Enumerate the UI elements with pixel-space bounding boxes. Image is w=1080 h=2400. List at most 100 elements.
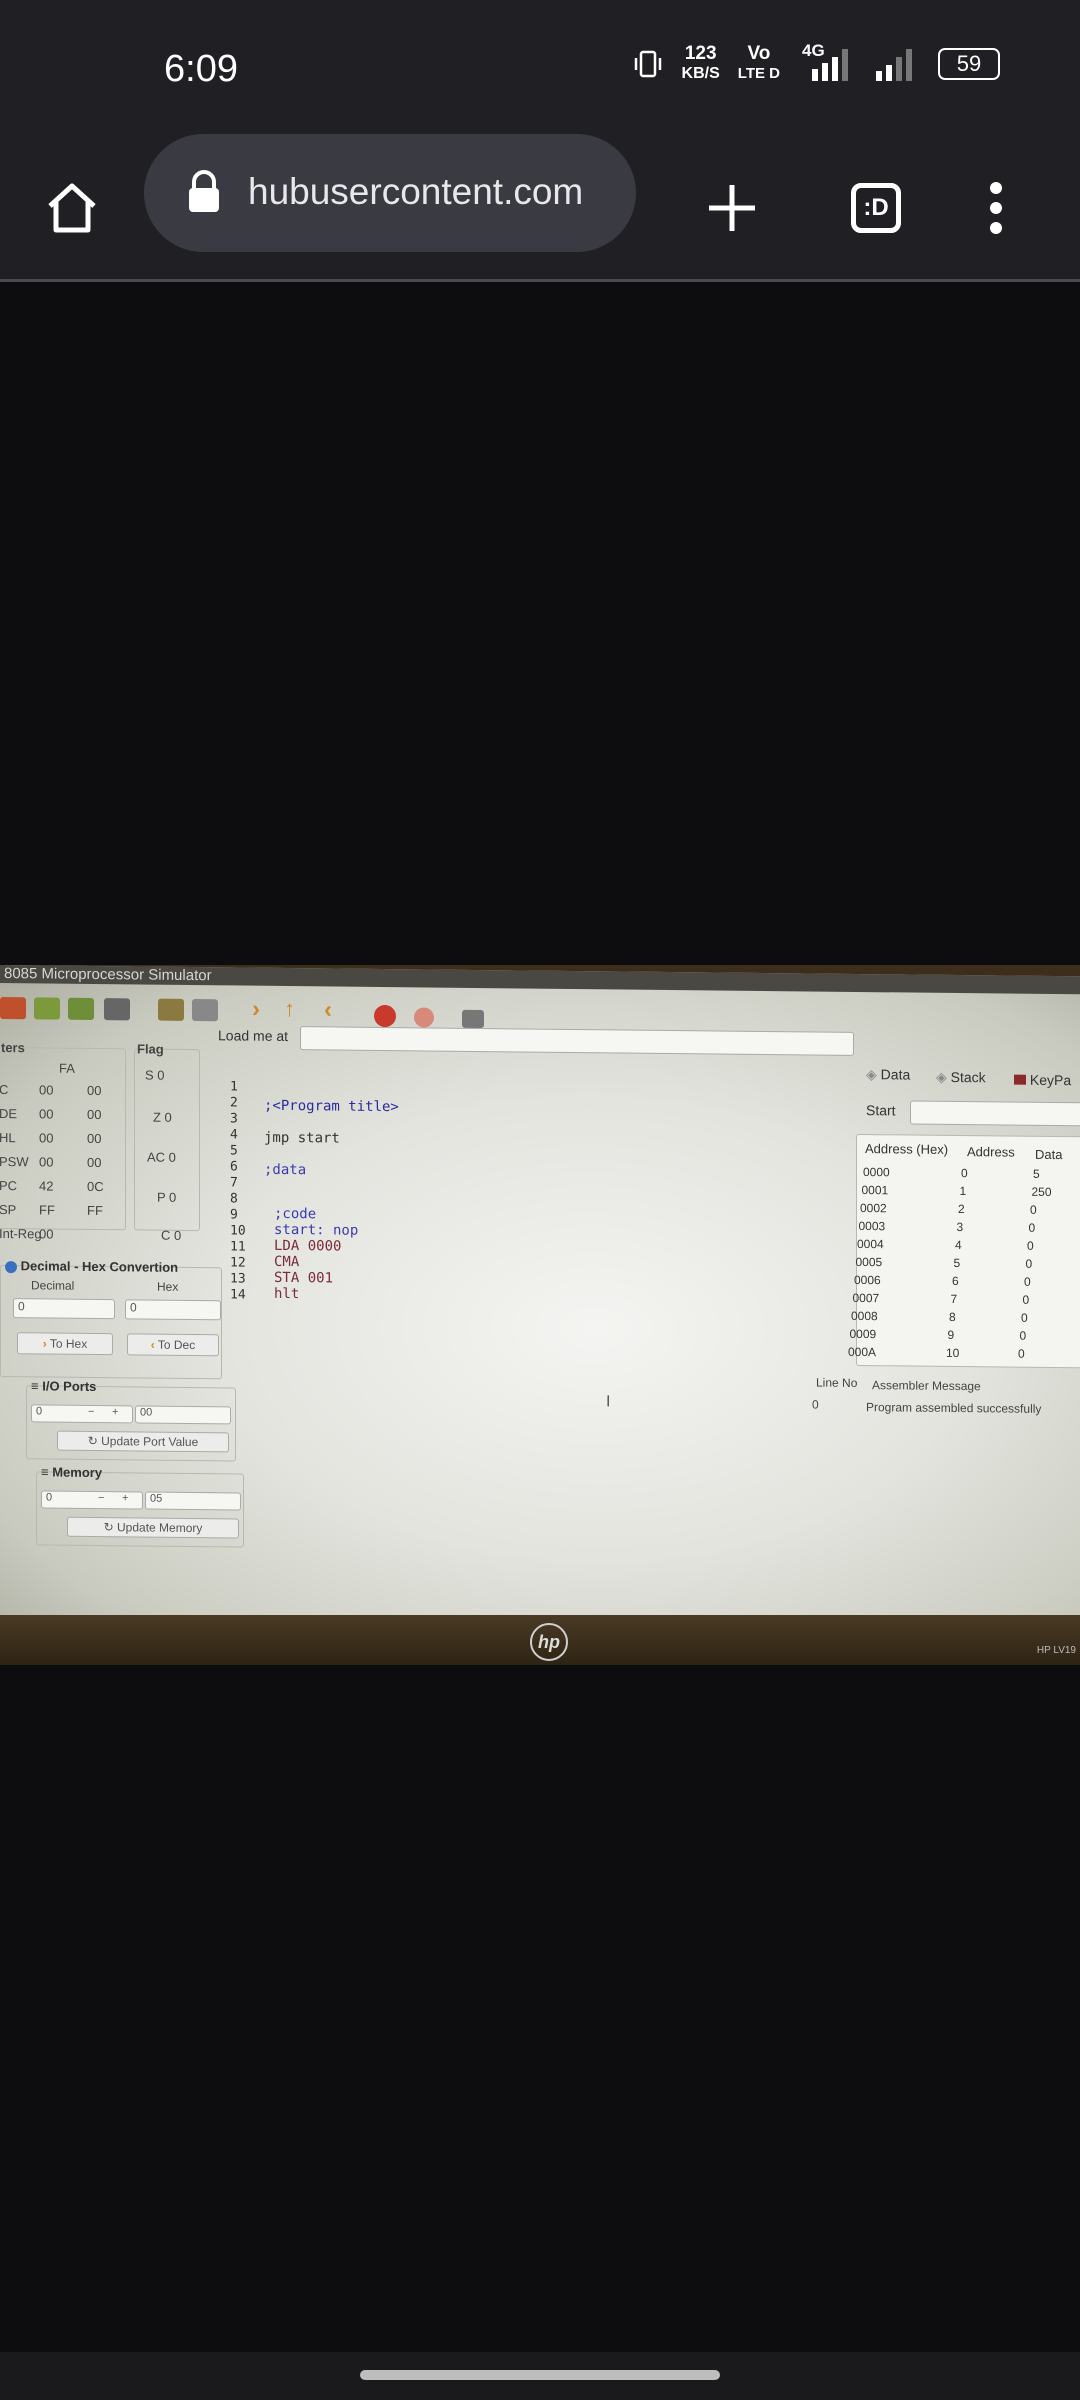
register-value: 0C (87, 1178, 104, 1195)
hex-input[interactable]: 0 (125, 1299, 221, 1321)
tab-switcher-button[interactable]: :D (836, 168, 916, 248)
run-icon: › (252, 995, 260, 1023)
memory-address-stepper[interactable]: 0 − + (41, 1490, 143, 1510)
registers-header: FA (59, 1060, 75, 1076)
photo-of-monitor: 8085 Microprocessor Simulator › ↑ ‹ ters… (0, 965, 1080, 1665)
memory-cell: 2 (958, 1202, 965, 1217)
tab-data[interactable]: ◈ Data (866, 1066, 910, 1083)
col-assembler-message: Assembler Message (872, 1378, 981, 1394)
memory-cell: 5 (953, 1255, 961, 1271)
assembler-message: Program assembled successfully (866, 1400, 1042, 1416)
status-icons: 123 KB/S Vo LTE D 4G 59 (632, 41, 1000, 84)
minus-icon: − (98, 1492, 105, 1505)
registers-panel: ters FA C 00 00 DE 00 00 HL 00 00 PSW 00 00 PC 42 0C SP… (0, 1040, 126, 1242)
decimal-label: Decimal (31, 1278, 75, 1293)
home-icon (48, 183, 96, 233)
data-tab-icon: ◈ (866, 1066, 877, 1083)
decimal-input[interactable]: 0 (13, 1298, 115, 1320)
browser-toolbar: hubusercontent.com :D (0, 134, 1080, 282)
flag-c: C 0 (161, 1227, 182, 1243)
home-button[interactable] (32, 168, 112, 248)
hp-logo-icon: hp (530, 1623, 568, 1661)
start-input[interactable] (910, 1100, 1080, 1127)
update-memory-button[interactable]: ↻ Update Memory (67, 1516, 239, 1539)
register-name: PSW (0, 1153, 29, 1170)
url-bar[interactable]: hubusercontent.com (144, 134, 636, 252)
signal-bars-2-icon (876, 49, 912, 81)
port-stepper[interactable]: 0 − + (31, 1404, 133, 1424)
memory-cell: 10 (946, 1345, 960, 1361)
update-port-button[interactable]: ↻ Update Port Value (57, 1430, 229, 1453)
memory-cell: 0007 (852, 1290, 880, 1306)
memory-cell: 0003 (858, 1218, 886, 1234)
code-line: ;data (264, 1161, 307, 1179)
memory-value-input[interactable]: 05 (145, 1491, 241, 1511)
memory-cell: 0 (1022, 1292, 1030, 1307)
update-memory-label: Update Memory (117, 1520, 203, 1536)
memory-title: ≡ Memory (41, 1464, 102, 1480)
code-line: LDA 0000 (274, 1237, 342, 1255)
memory-cell: 0 (1024, 1274, 1031, 1289)
more-vert-icon (990, 182, 1002, 234)
to-dec-button[interactable]: ‹ To Dec (127, 1333, 219, 1357)
memory-cell: 0 (1030, 1202, 1037, 1217)
list-icon: ≡ (41, 1464, 49, 1480)
tab-switcher-icon: :D (851, 183, 901, 233)
register-name: Int-Reg (0, 1225, 42, 1242)
memory-cell: 0 (1027, 1238, 1034, 1253)
load-address-input[interactable] (300, 1026, 854, 1056)
minus-icon: − (88, 1405, 95, 1418)
gesture-handle[interactable] (360, 2370, 720, 2380)
memory-address: 0 (46, 1491, 53, 1504)
memory-cell: 0005 (855, 1254, 883, 1270)
refresh-icon: ↻ (103, 1520, 114, 1535)
tab-keypad[interactable]: KeyPa (1014, 1072, 1071, 1088)
port-value-input[interactable]: 00 (135, 1405, 231, 1425)
register-value: FF (87, 1202, 103, 1219)
info-icon (5, 1260, 17, 1273)
step-up-icon: ↑ (284, 995, 295, 1022)
memory-title-text: Memory (52, 1464, 103, 1481)
text-cursor-icon: I (606, 1393, 611, 1411)
memory-cell: 250 (1031, 1184, 1052, 1200)
line-number: 8 (230, 1191, 238, 1207)
io-ports-title-text: I/O Ports (42, 1378, 97, 1395)
new-tab-button[interactable] (692, 168, 772, 248)
hex-label: Hex (157, 1279, 179, 1294)
load-me-at-label: Load me at (218, 1027, 289, 1045)
col-address: Address (967, 1144, 1015, 1160)
simulator-screen: 8085 Microprocessor Simulator › ↑ ‹ ters… (0, 965, 1080, 1627)
menu-button[interactable] (956, 168, 1036, 248)
register-name: SP (0, 1201, 17, 1218)
to-hex-button[interactable]: › To Hex (17, 1332, 113, 1356)
col-address-hex: Address (Hex) (865, 1141, 949, 1157)
code-line: ;code (274, 1205, 317, 1223)
to-dec-label: To Dec (157, 1337, 196, 1353)
memory-cell: 0 (961, 1166, 968, 1181)
memory-cell: 0 (1019, 1328, 1027, 1343)
tab-stack[interactable]: ◈ Stack (936, 1069, 986, 1087)
start-label: Start (866, 1102, 896, 1119)
line-number: 13 (230, 1271, 246, 1287)
memory-cell: 3 (956, 1220, 964, 1235)
code-line: start: nop (274, 1221, 359, 1239)
tab-data-label: Data (880, 1066, 911, 1083)
memory-table: Address (Hex) Address Data 0000 0 5 0001 1 25… (848, 1133, 1080, 1369)
save-icon (34, 997, 60, 1020)
navigation-bar (0, 2352, 1080, 2400)
register-name: HL (0, 1129, 16, 1146)
register-value: 00 (87, 1130, 102, 1147)
memory-cell: 0006 (854, 1272, 881, 1288)
volte-bottom: LTE D (737, 65, 780, 82)
memory-cell: 0000 (863, 1165, 890, 1180)
register-name: C (0, 1081, 9, 1098)
register-name: DE (0, 1105, 18, 1122)
line-number: 3 (230, 1111, 238, 1127)
register-value: FF (39, 1202, 55, 1218)
tab-stack-label: Stack (950, 1068, 986, 1086)
print-icon (104, 998, 130, 1021)
net-speed: 123 KB/S (682, 44, 720, 84)
io-ports-title: ≡ I/O Ports (31, 1378, 96, 1394)
screen-icon (462, 1009, 484, 1029)
memory-cell: 6 (952, 1273, 959, 1289)
